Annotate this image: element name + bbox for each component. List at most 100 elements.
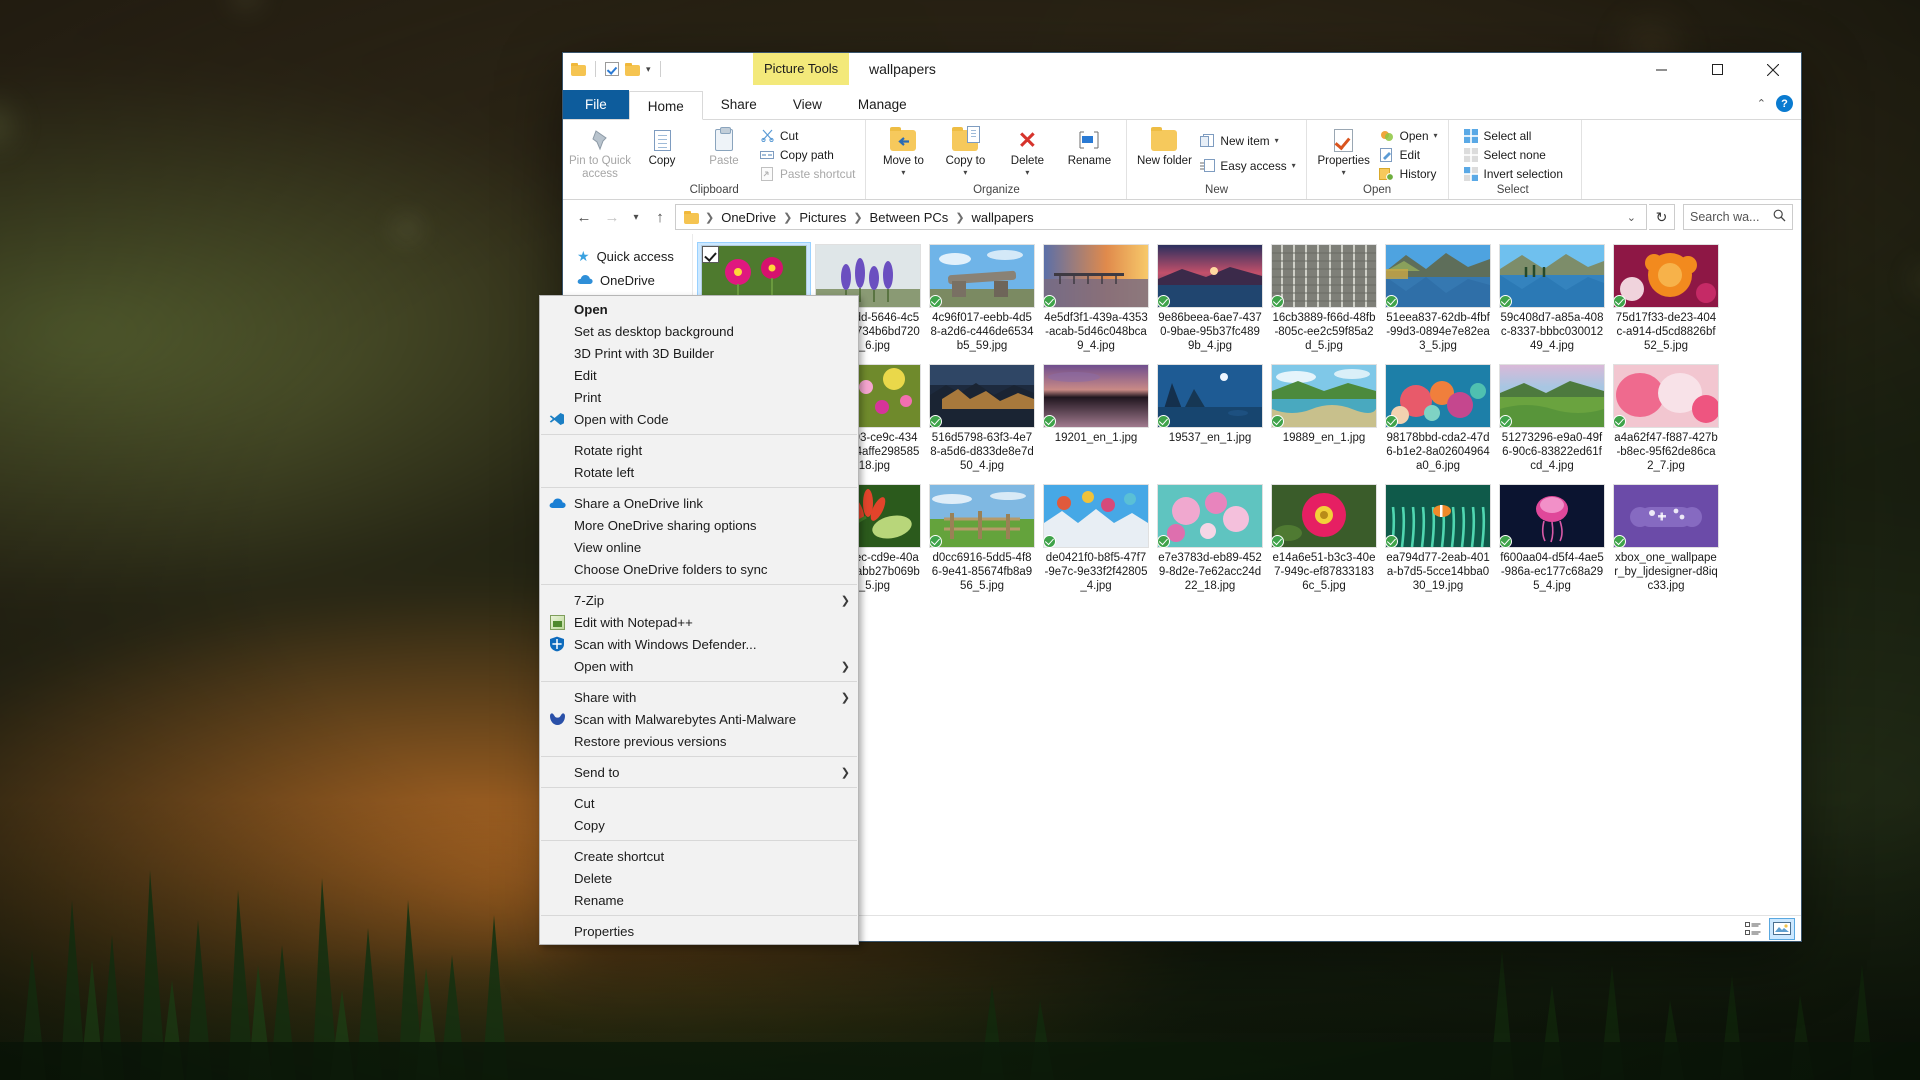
context-menu-item[interactable]: 3D Print with 3D Builder [540, 342, 858, 364]
context-menu-item[interactable]: Choose OneDrive folders to sync [540, 558, 858, 580]
chevron-down-icon[interactable]: ▾ [1025, 168, 1029, 177]
chevron-down-icon[interactable]: ▾ [1275, 136, 1279, 145]
checkbox-icon[interactable] [605, 62, 619, 76]
select-none-button[interactable]: Select none [1459, 146, 1567, 163]
context-menu-item[interactable]: Cut [540, 792, 858, 814]
file-item[interactable]: 16cb3889-f66d-48fb-805c-ee2c59f85a2d_5.j… [1267, 242, 1381, 362]
delete-button[interactable]: ✕ Delete ▾ [996, 124, 1058, 177]
tab-file[interactable]: File [563, 90, 629, 119]
context-menu-item[interactable]: Rotate left [540, 461, 858, 483]
sidebar-item-onedrive[interactable]: OneDrive [563, 268, 692, 292]
tab-view[interactable]: View [775, 90, 840, 119]
tab-share[interactable]: Share [703, 90, 775, 119]
context-menu-item[interactable]: Restore previous versions [540, 730, 858, 752]
file-item[interactable]: f600aa04-d5f4-4ae5-986a-ec177c68a295_4.j… [1495, 482, 1609, 602]
minimize-button[interactable] [1633, 53, 1689, 86]
forward-arrow-icon[interactable]: → [599, 204, 625, 230]
move-to-button[interactable]: Move to ▾ [872, 124, 934, 177]
paste-button[interactable]: Paste [693, 124, 755, 168]
context-menu-item[interactable]: Copy [540, 814, 858, 836]
context-menu-item[interactable]: Edit with Notepad++ [540, 611, 858, 633]
context-menu-item[interactable]: Delete [540, 867, 858, 889]
context-menu-item[interactable]: Share a OneDrive link [540, 492, 858, 514]
file-item[interactable]: 51eea837-62db-4fbf-99d3-0894e7e82ea3_5.j… [1381, 242, 1495, 362]
invert-selection-button[interactable]: Invert selection [1459, 165, 1567, 182]
tab-home[interactable]: Home [628, 91, 703, 120]
close-button[interactable] [1745, 53, 1801, 86]
context-menu-item[interactable]: Scan with Windows Defender... [540, 633, 858, 655]
file-item[interactable]: ea794d77-2eab-401a-b7d5-5cce14bba030_19.… [1381, 482, 1495, 602]
file-item[interactable]: a4a62f47-f887-427b-b8ec-95f62de86ca2_7.j… [1609, 362, 1723, 482]
back-arrow-icon[interactable]: ← [571, 204, 597, 230]
chevron-down-icon[interactable]: ▾ [901, 168, 905, 177]
large-icons-view-icon[interactable] [1769, 917, 1795, 940]
open-button[interactable]: Open ▾ [1375, 127, 1442, 144]
copy-to-button[interactable]: Copy to ▾ [934, 124, 996, 177]
context-menu-item[interactable]: Share with ❯ [540, 686, 858, 708]
sidebar-item-quick-access[interactable]: ★ Quick access [563, 244, 692, 268]
tab-manage[interactable]: Manage [840, 90, 925, 119]
help-icon[interactable]: ? [1776, 95, 1793, 112]
file-item[interactable]: 75d17f33-de23-404c-a914-d5cd8826bf52_5.j… [1609, 242, 1723, 362]
refresh-icon[interactable]: ↻ [1649, 204, 1675, 230]
file-item[interactable]: e14a6e51-b3c3-40e7-949c-ef878331836c_5.j… [1267, 482, 1381, 602]
context-menu-item[interactable]: Open with ❯ [540, 655, 858, 677]
file-item[interactable]: 19201_en_1.jpg [1039, 362, 1153, 482]
context-menu[interactable]: Open Set as desktop background 3D Print wi… [539, 295, 859, 945]
pin-to-quick-access-button[interactable]: Pin to Quick access [569, 124, 631, 181]
file-item[interactable]: 51273296-e9a0-49f6-90c6-83822ed61fcd_4.j… [1495, 362, 1609, 482]
chevron-down-icon[interactable]: ⌄ [1621, 211, 1642, 224]
breadcrumb-item-pictures[interactable]: Pictures [794, 208, 851, 227]
chevron-down-icon[interactable]: ▾ [646, 64, 651, 74]
file-item[interactable]: e7e3783d-eb89-4529-8d2e-7e62acc24d22_18.… [1153, 482, 1267, 602]
selection-checkbox[interactable] [702, 246, 719, 263]
chevron-down-icon[interactable]: ▾ [1342, 168, 1346, 177]
file-item[interactable]: de0421f0-b8f5-47f7-9e7c-9e33f2f42805_4.j… [1039, 482, 1153, 602]
file-item[interactable]: xbox_one_wallpaper_by_ljdesigner-d8iqc33… [1609, 482, 1723, 602]
file-item[interactable]: 9e86beea-6ae7-4370-9bae-95b37fc4899b_4.j… [1153, 242, 1267, 362]
chevron-down-icon[interactable]: ▾ [963, 168, 967, 177]
new-item-button[interactable]: New item ▾ [1195, 132, 1299, 149]
context-menu-item[interactable]: Edit [540, 364, 858, 386]
new-folder-button[interactable]: New folder [1133, 124, 1195, 168]
new-folder-icon[interactable] [625, 62, 640, 76]
file-item[interactable]: 19537_en_1.jpg [1153, 362, 1267, 482]
breadcrumb-item-wallpapers[interactable]: wallpapers [967, 208, 1039, 227]
edit-button[interactable]: Edit [1375, 146, 1442, 163]
easy-access-button[interactable]: Easy access ▾ [1195, 157, 1299, 174]
paste-shortcut-button[interactable]: Paste shortcut [755, 165, 859, 182]
chevron-down-icon[interactable]: ▾ [1292, 161, 1296, 170]
context-menu-item[interactable]: Open with Code [540, 408, 858, 430]
details-view-icon[interactable] [1740, 918, 1766, 940]
context-menu-item[interactable]: Rename [540, 889, 858, 911]
context-menu-item[interactable]: Scan with Malwarebytes Anti-Malware [540, 708, 858, 730]
context-menu-item[interactable]: Properties [540, 920, 858, 942]
file-item[interactable]: 516d5798-63f3-4e78-a5d6-d833de8e7d50_4.j… [925, 362, 1039, 482]
file-item[interactable]: d0cc6916-5dd5-4f86-9e41-85674fb8a956_5.j… [925, 482, 1039, 602]
breadcrumb-item-onedrive[interactable]: OneDrive [716, 208, 781, 227]
history-button[interactable]: History [1375, 165, 1442, 182]
context-menu-item[interactable]: View online [540, 536, 858, 558]
context-menu-item[interactable]: More OneDrive sharing options [540, 514, 858, 536]
cut-button[interactable]: Cut [755, 127, 859, 144]
copy-path-button[interactable]: Copy path [755, 146, 859, 163]
file-item[interactable]: 4e5df3f1-439a-4353-acab-5d46c048bca9_4.j… [1039, 242, 1153, 362]
context-menu-item[interactable]: Print [540, 386, 858, 408]
context-menu-item[interactable]: Open [540, 298, 858, 320]
file-item[interactable]: 98178bbd-cda2-47d6-b1e2-8a02604964a0_6.j… [1381, 362, 1495, 482]
folder-icon[interactable] [571, 62, 586, 76]
file-item[interactable]: 59c408d7-a85a-408c-8337-bbbc03001249_4.j… [1495, 242, 1609, 362]
chevron-up-icon[interactable]: ⌃ [1757, 97, 1766, 110]
copy-button[interactable]: Copy [631, 124, 693, 168]
maximize-button[interactable] [1689, 53, 1745, 86]
properties-button[interactable]: Properties ▾ [1313, 124, 1375, 177]
context-menu-item[interactable]: Set as desktop background [540, 320, 858, 342]
file-item[interactable]: 4c96f017-eebb-4d58-a2d6-c446de6534b5_59.… [925, 242, 1039, 362]
context-menu-item[interactable]: Create shortcut [540, 845, 858, 867]
context-menu-item[interactable]: 7-Zip ❯ [540, 589, 858, 611]
chevron-down-icon[interactable]: ▾ [1434, 131, 1438, 140]
context-menu-item[interactable]: Rotate right [540, 439, 858, 461]
select-all-button[interactable]: Select all [1459, 127, 1567, 144]
rename-button[interactable]: Rename [1058, 124, 1120, 168]
breadcrumb-item-between-pcs[interactable]: Between PCs [865, 208, 954, 227]
